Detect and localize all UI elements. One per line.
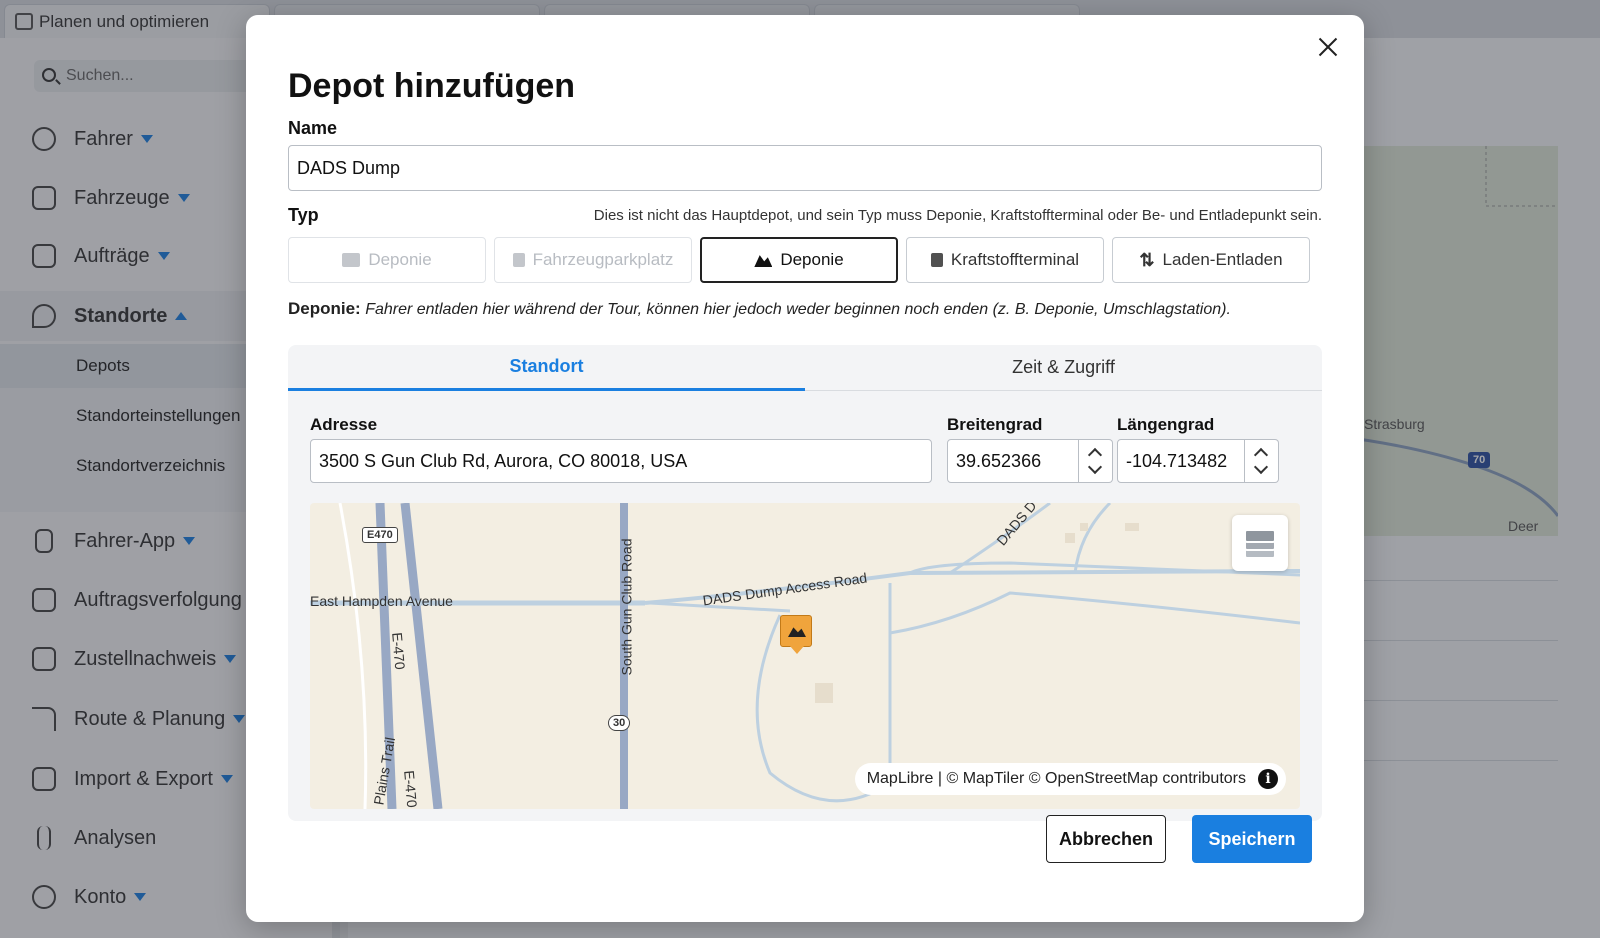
landfill-icon <box>754 255 773 267</box>
latitude-stepper[interactable] <box>1079 439 1113 483</box>
description-title: Deponie: <box>288 299 361 318</box>
road-label-hampden: East Hampden Avenue <box>310 593 453 609</box>
cancel-button[interactable]: Abbrechen <box>1046 815 1166 863</box>
route-shield-30: 30 <box>608 715 631 731</box>
name-label: Name <box>288 118 338 138</box>
type-hint: Dies ist nicht das Hauptdepot, und sein … <box>593 207 1322 224</box>
location-panel: Standort Zeit & Zugriff Adresse Breiteng… <box>288 345 1322 821</box>
tab-zeit-zugriff[interactable]: Zeit & Zugriff <box>805 345 1322 391</box>
road-label-e470-south: E-470 <box>401 769 421 809</box>
save-button[interactable]: Speichern <box>1192 815 1312 863</box>
latitude-label: Breitengrad <box>947 415 1043 434</box>
address-input[interactable] <box>310 439 932 483</box>
type-button-kraftstoffterminal[interactable]: Kraftstoffterminal <box>906 237 1104 283</box>
type-selector: Deponie Fahrzeugparkplatz Deponie Krafts… <box>288 237 1310 283</box>
highway-shield-e470: E470 <box>362 527 398 543</box>
info-icon[interactable]: i <box>1258 769 1278 789</box>
landfill-marker-icon[interactable] <box>780 615 812 654</box>
longitude-label: Längengrad <box>1117 415 1215 434</box>
name-input[interactable] <box>288 145 1322 191</box>
type-button-fahrzeugparkplatz[interactable]: Fahrzeugparkplatz <box>494 237 692 283</box>
fuel-icon <box>930 253 943 267</box>
type-description: Deponie: Fahrer entladen hier während de… <box>288 299 1231 319</box>
address-label: Adresse <box>310 415 378 434</box>
type-button-deponie[interactable]: Deponie <box>700 237 898 283</box>
add-depot-dialog: Depot hinzufügen Name Typ Dies ist nicht… <box>246 15 1364 922</box>
chevron-down-icon[interactable] <box>1087 459 1103 475</box>
close-icon[interactable] <box>1314 33 1342 61</box>
longitude-stepper[interactable] <box>1245 439 1279 483</box>
map-layers-button[interactable] <box>1232 515 1288 571</box>
road-label-e470: E-470 <box>389 631 409 671</box>
parking-icon <box>512 253 525 267</box>
dialog-title: Depot hinzufügen <box>288 67 576 105</box>
type-button-deponie-disabled[interactable]: Deponie <box>288 237 486 283</box>
road-label-gun-club: South Gun Club Road <box>618 538 635 676</box>
longitude-input[interactable] <box>1117 439 1245 483</box>
description-text: Fahrer entladen hier während der Tour, k… <box>365 301 1231 318</box>
house-icon <box>342 253 361 267</box>
tab-standort[interactable]: Standort <box>288 345 805 391</box>
attribution-text: MapLibre | © MapTiler © OpenStreetMap co… <box>866 770 1246 787</box>
landfill-icon <box>788 627 806 637</box>
chevron-down-icon[interactable] <box>1253 459 1269 475</box>
location-map[interactable]: East Hampden Avenue DADS Dump Access Roa… <box>310 503 1300 809</box>
latitude-input[interactable] <box>947 439 1079 483</box>
type-label: Typ <box>288 205 319 225</box>
map-attribution: MapLibre | © MapTiler © OpenStreetMap co… <box>854 763 1286 795</box>
swap-arrows-icon: ⇅ <box>1139 249 1155 270</box>
type-button-laden-entladen[interactable]: ⇅ Laden-Entladen <box>1112 237 1310 283</box>
